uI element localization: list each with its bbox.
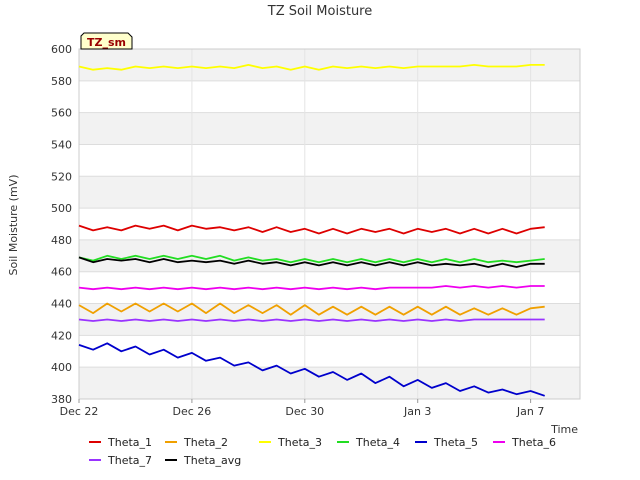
y-tick-label: 460	[51, 266, 72, 279]
legend-label-theta-2: Theta_2	[183, 436, 228, 449]
plot-band	[79, 49, 580, 81]
legend-label-theta-4: Theta_4	[355, 436, 400, 449]
plot-area	[79, 49, 580, 399]
legend: Theta_1 Theta_2 Theta_3 Theta_4 Theta_5 Theta…	[89, 436, 556, 467]
x-tick-label: Jan 3	[403, 405, 431, 418]
soil-moisture-chart: 380400420440460480500520540560580600 Dec…	[7, 4, 581, 467]
legend-label-theta-3: Theta_3	[277, 436, 322, 449]
y-tick-label: 560	[51, 107, 72, 120]
legend-label-theta-5: Theta_5	[433, 436, 478, 449]
y-tick-labels: 380400420440460480500520540560580600	[51, 43, 72, 406]
legend-label-theta-7: Theta_7	[107, 454, 152, 467]
y-tick-label: 520	[51, 170, 72, 183]
x-tick-label: Jan 7	[516, 405, 544, 418]
plot-background-bands	[79, 49, 580, 399]
plot-band	[79, 112, 580, 145]
badge-label: TZ_sm	[87, 36, 126, 49]
plot-band	[79, 367, 580, 399]
plot-band	[79, 176, 580, 209]
y-tick-label: 400	[51, 361, 72, 374]
x-tick-label: Dec 30	[285, 405, 324, 418]
legend-label-theta-6: Theta_6	[511, 436, 556, 449]
chart-badge: TZ_sm	[80, 32, 133, 50]
y-tick-label: 600	[51, 43, 72, 56]
y-tick-label: 540	[51, 138, 72, 151]
y-tick-label: 480	[51, 234, 72, 247]
x-tick-labels: Dec 22 Dec 26 Dec 30 Jan 3 Jan 7	[60, 399, 544, 418]
y-tick-label: 500	[51, 202, 72, 215]
y-tick-label: 420	[51, 329, 72, 342]
x-axis-label: Time	[550, 423, 578, 436]
legend-label-theta-1: Theta_1	[107, 436, 152, 449]
y-axis-label: Soil Moisture (mV)	[7, 175, 20, 276]
x-tick-label: Dec 22	[60, 405, 99, 418]
x-tick-label: Dec 26	[173, 405, 212, 418]
chart-title: TZ Soil Moisture	[267, 4, 373, 19]
legend-label-theta-avg: Theta_avg	[183, 454, 241, 467]
plot-band	[79, 239, 580, 272]
y-tick-label: 580	[51, 75, 72, 88]
y-tick-label: 440	[51, 298, 72, 311]
